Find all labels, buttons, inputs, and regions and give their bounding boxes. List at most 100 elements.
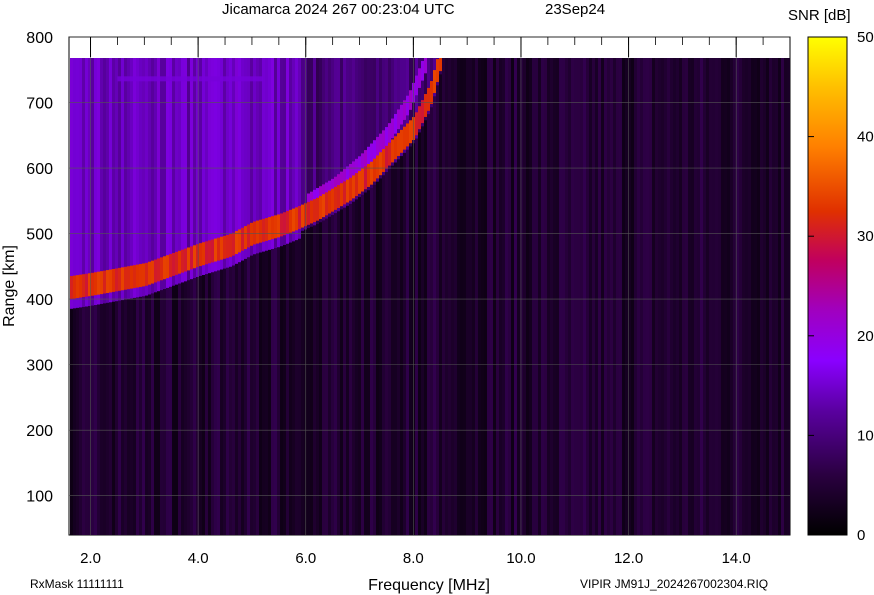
o-trace-cell <box>94 272 97 296</box>
noise-strip <box>676 58 679 535</box>
spread-echo <box>82 58 85 307</box>
spread-echo <box>145 58 148 296</box>
noise-strip <box>580 58 583 535</box>
o-trace-cell <box>313 199 316 223</box>
o-trace-cell <box>262 218 265 242</box>
noise-strip <box>520 58 523 535</box>
x-trace-cell <box>421 60 424 81</box>
noise-strip <box>616 58 619 535</box>
o-trace-cell <box>76 275 79 299</box>
colorbar-tick-label: 40 <box>857 129 874 146</box>
o-trace-cell <box>169 254 172 277</box>
file-label: VIPIR JM91J_2024267002304.RIQ <box>580 577 768 591</box>
spread-echo <box>103 58 106 304</box>
o-trace-cell <box>319 196 322 219</box>
noise-strip <box>451 58 454 535</box>
y-axis-label: Range [km] <box>1 245 18 327</box>
o-trace-cell <box>142 263 145 287</box>
o-trace-cell <box>334 186 337 210</box>
noise-strip <box>781 58 784 535</box>
noise-strip <box>604 58 607 535</box>
o-trace-cell <box>157 258 160 282</box>
noise-strip <box>787 58 790 535</box>
x-trace-cell <box>373 140 376 160</box>
noise-strip <box>622 58 625 535</box>
o-trace-cell <box>271 216 274 240</box>
spread-echo <box>73 58 76 309</box>
top-echo-band <box>117 76 263 82</box>
noise-strip <box>550 58 553 535</box>
o-trace-cell <box>322 194 325 218</box>
noise-strip <box>514 58 517 535</box>
colorbar <box>807 36 848 536</box>
noise-strip <box>724 58 727 535</box>
noise-strip <box>463 58 466 535</box>
y-tick-label: 100 <box>26 489 53 506</box>
chart-title: Jicamarca 2024 267 00:23:04 UTC <box>222 1 455 18</box>
x-tick-label: 12.0 <box>614 550 643 567</box>
noise-strip <box>652 58 655 535</box>
o-trace-cell <box>193 245 196 269</box>
o-trace-cell <box>328 190 331 214</box>
x-trace-cell <box>415 75 418 96</box>
o-trace-cell <box>100 271 103 295</box>
x-trace-cell <box>400 104 403 125</box>
spread-echo <box>133 58 136 298</box>
spread-echo <box>163 58 166 290</box>
o-trace-cell <box>295 207 298 231</box>
noise-strip <box>679 58 682 535</box>
spread-echo <box>85 58 88 307</box>
o-trace-cell <box>160 257 163 281</box>
o-trace-cell <box>388 142 391 166</box>
o-trace-cell <box>115 268 118 292</box>
noise-strip <box>649 58 652 535</box>
x-tick-label: 14.0 <box>722 550 751 567</box>
noise-strip <box>595 58 598 535</box>
o-trace-cell <box>406 123 409 147</box>
o-trace-cell <box>214 238 217 262</box>
o-trace-cell <box>82 274 85 298</box>
noise-strip <box>505 58 508 535</box>
o-trace-cell <box>121 267 124 291</box>
noise-strip <box>757 58 760 535</box>
o-trace-cell <box>136 264 139 288</box>
spread-echo <box>112 58 115 302</box>
x-axis-label: Frequency [MHz] <box>368 577 490 594</box>
noise-strip <box>715 58 718 535</box>
o-trace-cell <box>97 271 100 295</box>
o-trace-cell <box>148 261 151 285</box>
noise-strip <box>772 58 775 535</box>
o-trace-cell <box>112 268 115 292</box>
noise-strip <box>517 58 520 535</box>
colorbar-tick-label: 30 <box>857 228 874 245</box>
o-trace-cell <box>325 192 328 216</box>
x-trace-cell <box>391 118 394 139</box>
o-trace-cell <box>382 149 385 172</box>
o-trace-cell <box>268 217 271 241</box>
spread-echo <box>196 58 199 277</box>
o-trace-cell <box>367 164 370 187</box>
noise-strip <box>577 58 580 535</box>
o-trace-cell <box>205 241 208 265</box>
o-trace-cell <box>226 234 229 258</box>
o-trace-cell <box>106 270 109 294</box>
y-tick-label: 300 <box>26 358 53 375</box>
rxmask-label: RxMask 11111111 <box>30 577 124 591</box>
noise-strip <box>631 58 634 535</box>
o-trace-cell <box>139 264 142 287</box>
x-trace-cell <box>406 95 409 116</box>
x-trace-cell <box>403 100 406 120</box>
o-trace-cell <box>166 255 169 279</box>
o-trace-cell <box>283 212 286 236</box>
spread-echo <box>199 58 202 276</box>
noise-strip <box>697 58 700 535</box>
noise-strip <box>490 58 493 535</box>
o-trace-cell <box>340 183 343 207</box>
colorbar-tick-label: 0 <box>857 527 865 544</box>
spread-echo <box>193 58 196 279</box>
o-trace-cell <box>217 237 220 261</box>
o-trace-cell <box>85 273 88 297</box>
noise-strip <box>637 58 640 535</box>
noise-strip <box>475 58 478 535</box>
o-trace-cell <box>178 250 181 274</box>
